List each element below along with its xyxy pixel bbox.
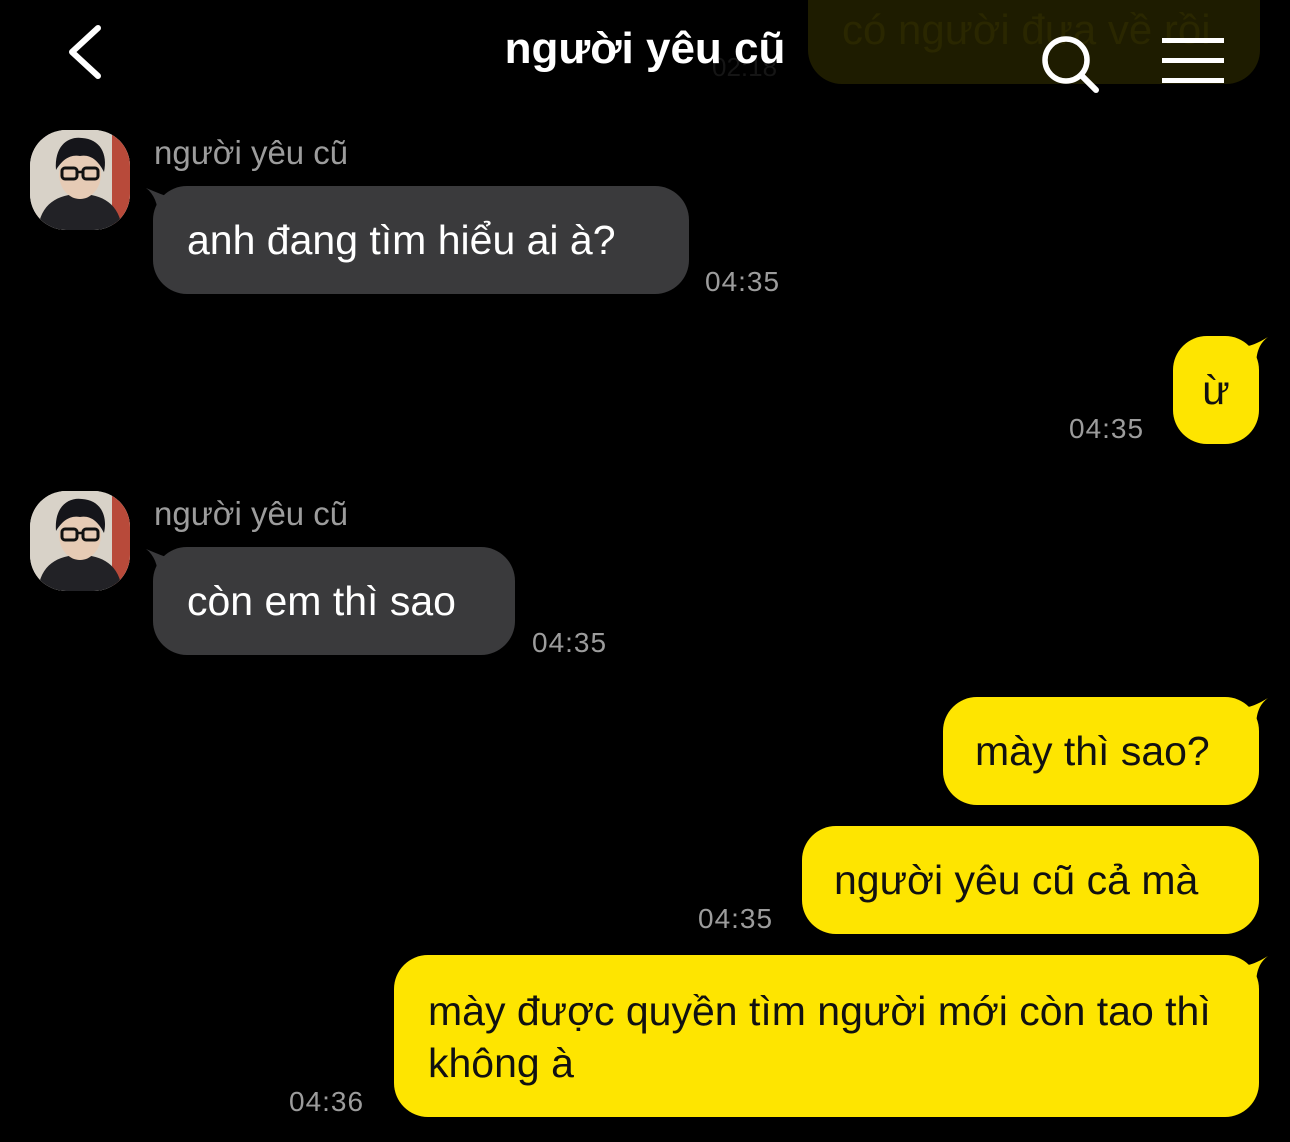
- hamburger-menu-icon: [1162, 38, 1224, 83]
- message-time: 04:35: [698, 903, 774, 934]
- message-bubble-outgoing[interactable]: mày được quyền tìm người mới còn tao thì…: [394, 955, 1259, 1117]
- message-bubble-outgoing[interactable]: người yêu cũ cả mà: [802, 826, 1259, 934]
- message-text: người yêu cũ cả mà: [834, 857, 1199, 903]
- sender-name: người yêu cũ: [154, 134, 349, 171]
- message-time: 04:35: [532, 627, 608, 658]
- profile-photo: [30, 130, 130, 230]
- sender-name: người yêu cũ: [154, 495, 349, 532]
- bubble-tail: [1240, 698, 1268, 728]
- message-time: 04:36: [289, 1086, 365, 1117]
- search-button[interactable]: [1036, 30, 1106, 96]
- message-text: anh đang tìm hiểu ai à?: [187, 217, 616, 263]
- avatar[interactable]: [30, 491, 130, 591]
- message-bubble-incoming[interactable]: anh đang tìm hiểu ai à?: [153, 186, 689, 294]
- message-time: 04:35: [1069, 413, 1145, 444]
- menu-button[interactable]: [1160, 36, 1228, 86]
- message-bubble-outgoing[interactable]: mày thì sao?: [943, 697, 1259, 805]
- message-bubble-incoming[interactable]: còn em thì sao: [153, 547, 515, 655]
- search-icon: [1042, 36, 1099, 93]
- bubble-tail: [1240, 956, 1268, 986]
- message-text: mày được quyền tìm người mới còn tao thì…: [428, 988, 1211, 1086]
- message-text: mày thì sao?: [975, 728, 1210, 774]
- message-text: ừ: [1202, 367, 1230, 413]
- avatar[interactable]: [30, 130, 130, 230]
- bubble-tail: [1240, 337, 1268, 367]
- message-text: còn em thì sao: [187, 578, 456, 624]
- message-time: 04:35: [705, 266, 781, 297]
- chat-screen: có người đưa về rồi 02:18 người yêu cũ n…: [0, 0, 1290, 1142]
- profile-photo: [30, 491, 130, 591]
